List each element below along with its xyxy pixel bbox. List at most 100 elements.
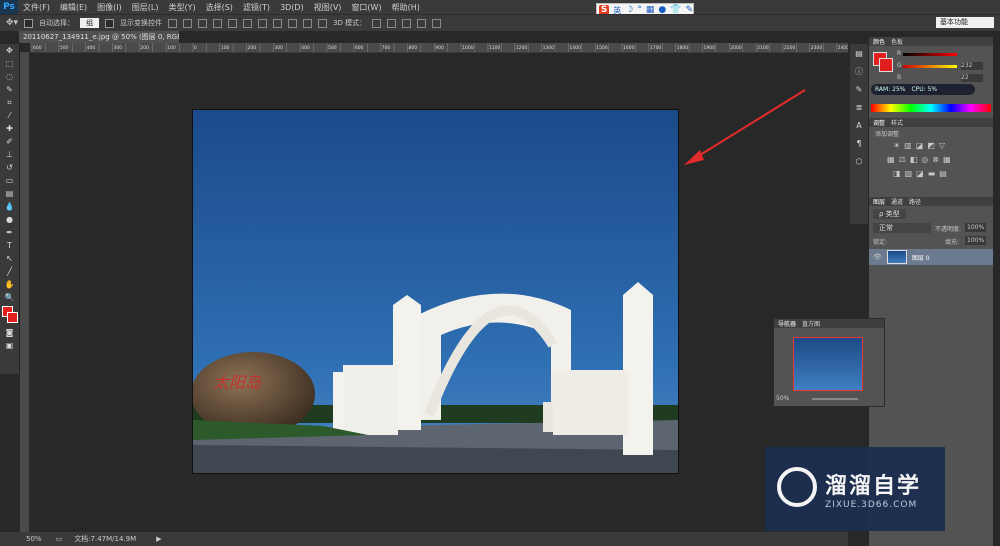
auto-select-dropdown[interactable]: 组 [80, 18, 100, 28]
blend-mode-dropdown[interactable]: 正常 [873, 223, 931, 233]
quick-mask-icon[interactable]: ◙ [0, 326, 19, 339]
scale-3d-icon[interactable] [432, 18, 442, 28]
bw-icon[interactable]: ◧ [910, 155, 918, 164]
layer-name[interactable]: 图层 0 [912, 253, 930, 262]
tab-channels[interactable]: 通道 [891, 197, 903, 206]
menu-help[interactable]: 帮助(H) [387, 2, 425, 13]
tab-adjustments[interactable]: 调整 [873, 118, 885, 127]
lasso-tool-icon[interactable]: ◌ [0, 70, 19, 83]
distribute-left-icon[interactable] [303, 18, 313, 28]
color-spectrum-bar[interactable] [871, 104, 991, 112]
channel-r-slider[interactable] [903, 53, 957, 56]
gradient-map-icon[interactable]: ▬ [928, 169, 936, 178]
crop-tool-icon[interactable]: ⌗ [0, 96, 19, 109]
menu-file[interactable]: 文件(F) [18, 2, 55, 13]
paragraph-panel-icon[interactable]: ¶ [850, 134, 868, 152]
history-panel-icon[interactable]: ▤ [850, 44, 868, 62]
slide-3d-icon[interactable] [417, 18, 427, 28]
menu-view[interactable]: 视图(V) [309, 2, 347, 13]
zoom-tool-icon[interactable]: 🔍 [0, 291, 19, 304]
threshold-icon[interactable]: ◪ [916, 169, 924, 178]
align-left-icon[interactable] [213, 18, 223, 28]
align-vcenter-icon[interactable] [183, 18, 193, 28]
channel-mixer-icon[interactable]: ⊗ [932, 155, 939, 164]
tab-navigator[interactable]: 导航器 [778, 319, 796, 328]
dodge-tool-icon[interactable]: ● [0, 213, 19, 226]
menu-window[interactable]: 窗口(W) [346, 2, 386, 13]
move-tool-icon[interactable]: ✥▾ [6, 18, 18, 28]
show-transform-checkbox[interactable] [105, 18, 115, 28]
navigator-zoom[interactable]: 50% [776, 395, 789, 402]
pen-tool-icon[interactable]: ✒ [0, 226, 19, 239]
align-top-icon[interactable] [168, 18, 178, 28]
marquee-tool-icon[interactable]: ⬚ [0, 57, 19, 70]
healing-brush-icon[interactable]: ✚ [0, 122, 19, 135]
brush-panel-icon[interactable]: ✎ [850, 80, 868, 98]
navigator-preview[interactable] [793, 337, 863, 391]
path-select-icon[interactable]: ↖ [0, 252, 19, 265]
channel-g-value[interactable]: 232 [961, 62, 983, 70]
navigator-zoom-slider[interactable] [812, 398, 858, 400]
brush-tool-icon[interactable]: ✐ [0, 135, 19, 148]
tab-swatches[interactable]: 色板 [891, 37, 903, 46]
vibrance-icon[interactable]: ▽ [939, 141, 945, 150]
doc-info-icon[interactable]: ▭ [56, 535, 63, 543]
canvas-image[interactable]: 太阳岛 [192, 109, 679, 474]
pan-3d-icon[interactable] [402, 18, 412, 28]
menu-filter[interactable]: 滤镜(T) [238, 2, 275, 13]
invert-icon[interactable]: ◨ [893, 169, 901, 178]
color-lookup-icon[interactable]: ▦ [943, 155, 951, 164]
tab-layers[interactable]: 图层 [873, 197, 885, 206]
screen-mode-icon[interactable]: ▣ [0, 339, 19, 352]
document-tab[interactable]: 20110627_134911_e.jpg @ 50% (图层 0, RGB/8… [19, 31, 179, 43]
roll-3d-icon[interactable] [387, 18, 397, 28]
clone-stamp-icon[interactable]: ⊥ [0, 148, 19, 161]
distribute-center-icon[interactable] [273, 18, 283, 28]
background-color[interactable] [879, 58, 893, 72]
tab-paths[interactable]: 路径 [909, 197, 921, 206]
opacity-value[interactable]: 100% [965, 223, 987, 232]
photo-filter-icon[interactable]: ◎ [921, 155, 928, 164]
gradient-tool-icon[interactable]: ▤ [0, 187, 19, 200]
curves-icon[interactable]: ◪ [916, 141, 924, 150]
distribute-bottom-icon[interactable] [288, 18, 298, 28]
properties-panel-icon[interactable]: ≣ [850, 98, 868, 116]
align-bottom-icon[interactable] [198, 18, 208, 28]
levels-icon[interactable]: ▥ [904, 141, 912, 150]
eyedropper-tool-icon[interactable]: ⁄ [0, 109, 19, 122]
menu-type[interactable]: 类型(Y) [163, 2, 200, 13]
rotate-3d-icon[interactable] [372, 18, 382, 28]
tab-styles[interactable]: 样式 [891, 118, 903, 127]
line-tool-icon[interactable]: ╱ [0, 265, 19, 278]
exposure-icon[interactable]: ◩ [927, 141, 935, 150]
channel-b-value[interactable]: 22 [961, 74, 983, 82]
quick-select-icon[interactable]: ✎ [0, 83, 19, 96]
character-panel-icon[interactable]: A [850, 116, 868, 134]
status-menu-arrow-icon[interactable]: ▶ [156, 535, 161, 543]
info-panel-icon[interactable]: ⓘ [850, 62, 868, 80]
eraser-tool-icon[interactable]: ▭ [0, 174, 19, 187]
menu-image[interactable]: 图像(I) [92, 2, 127, 13]
hue-sat-icon[interactable]: ▦ [887, 155, 895, 164]
menu-edit[interactable]: 编辑(E) [55, 2, 92, 13]
auto-select-checkbox[interactable] [24, 18, 34, 28]
3d-panel-icon[interactable]: ⬡ [850, 152, 868, 170]
brightness-icon[interactable]: ☀ [893, 141, 900, 150]
hand-tool-icon[interactable]: ✋ [0, 278, 19, 291]
menu-select[interactable]: 选择(S) [201, 2, 238, 13]
move-tool-icon[interactable]: ✥ [0, 44, 19, 57]
color-swatches[interactable] [0, 304, 19, 326]
menu-3d[interactable]: 3D(D) [275, 3, 309, 12]
eye-icon[interactable]: 👁 [873, 253, 882, 261]
layer-row[interactable]: 👁 图层 0 [869, 249, 993, 265]
layer-kind-filter[interactable]: ρ 类型 [873, 209, 906, 219]
workspace-dropdown[interactable]: 基本功能 [936, 17, 994, 28]
tab-color[interactable]: 颜色 [873, 37, 885, 46]
fill-value[interactable]: 100% [965, 236, 987, 245]
distribute-right-icon[interactable] [318, 18, 328, 28]
blur-tool-icon[interactable]: 💧 [0, 200, 19, 213]
menu-layer[interactable]: 图层(L) [127, 2, 164, 13]
align-right-icon[interactable] [243, 18, 253, 28]
type-tool-icon[interactable]: T [0, 239, 19, 252]
posterize-icon[interactable]: ▧ [905, 169, 913, 178]
